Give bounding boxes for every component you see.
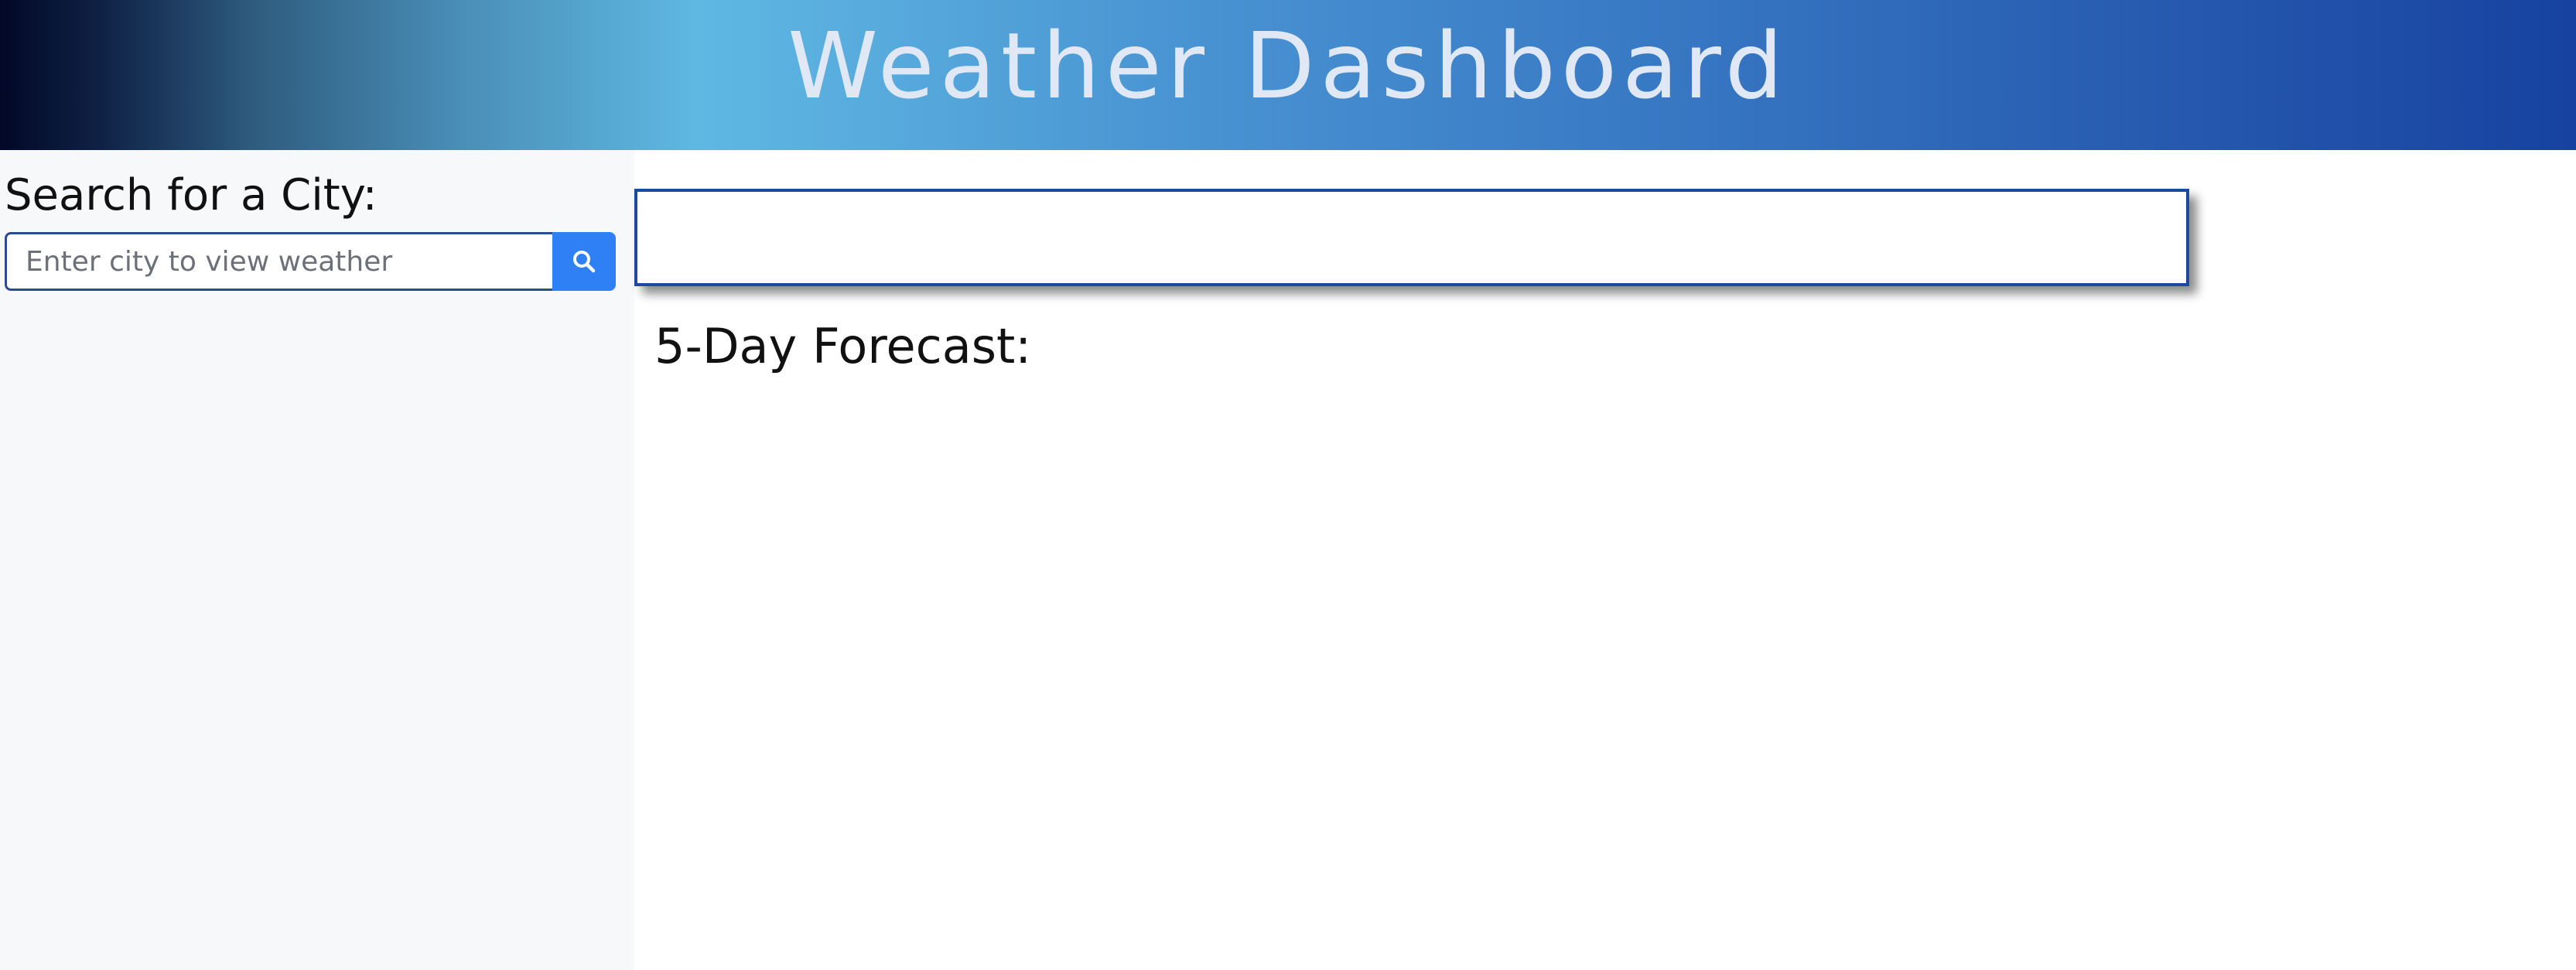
- search-heading: Search for a City:: [5, 170, 378, 220]
- main-content: 5-Day Forecast:: [634, 150, 2576, 970]
- forecast-heading: 5-Day Forecast:: [654, 318, 1032, 374]
- search-button[interactable]: [552, 232, 616, 291]
- search-icon: [573, 251, 596, 273]
- page-title: Weather Dashboard: [787, 12, 1789, 119]
- page-header: Weather Dashboard: [0, 0, 2576, 150]
- current-weather-card: [634, 189, 2189, 286]
- search-group: [5, 232, 616, 291]
- city-search-input[interactable]: [5, 232, 552, 291]
- search-sidebar: Search for a City:: [0, 150, 634, 970]
